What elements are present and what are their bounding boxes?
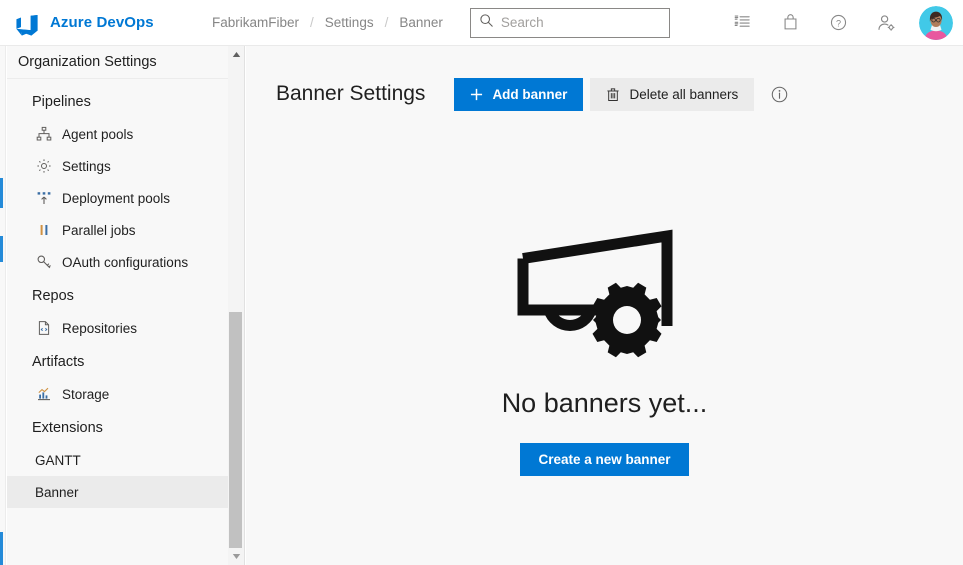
- sidebar-item-repositories[interactable]: Repositories: [7, 312, 244, 344]
- empty-state: No banners yet... Create a new banner: [246, 216, 963, 476]
- search-icon: [479, 13, 494, 33]
- azure-devops-logo-icon: [14, 10, 40, 36]
- brand-home-link[interactable]: Azure DevOps: [0, 0, 212, 46]
- scroll-up-arrow[interactable]: [228, 46, 244, 63]
- sidebar-item-label: Banner: [35, 484, 79, 500]
- banner-megaphone-gear-illustration: [515, 216, 695, 366]
- tasks-icon[interactable]: [725, 6, 759, 40]
- brand-title: Azure DevOps: [50, 14, 154, 31]
- settings-sidebar: Organization Settings Pipelines Agent po…: [7, 46, 245, 565]
- top-navigation-bar: Azure DevOps FabrikamFiber / Settings / …: [0, 0, 963, 46]
- sidebar-group-extensions: Extensions: [32, 420, 103, 436]
- sidebar-item-agent-pools[interactable]: Agent pools: [7, 118, 244, 150]
- breadcrumb-item-organization[interactable]: FabrikamFiber: [212, 15, 299, 30]
- sidebar-header-organization-settings: Organization Settings: [7, 46, 244, 79]
- user-settings-icon[interactable]: [869, 6, 903, 40]
- add-banner-button[interactable]: Add banner: [454, 77, 584, 111]
- sidebar-group-repos: Repos: [32, 288, 74, 304]
- info-circle-icon[interactable]: [770, 85, 789, 104]
- sidebar-item-label: Agent pools: [62, 126, 134, 142]
- search-container: [469, 7, 670, 38]
- content-header: Banner Settings Add banner Delete all ba…: [246, 46, 963, 118]
- main-content: Banner Settings Add banner Delete all ba…: [246, 46, 963, 565]
- plus-icon: [470, 88, 483, 101]
- parallel-bars-icon: [35, 221, 53, 239]
- breadcrumb-item-banner[interactable]: Banner: [399, 15, 443, 30]
- sidebar-item-label: GANTT: [35, 452, 81, 468]
- sitemap-icon: [35, 125, 53, 143]
- trash-icon: [606, 87, 620, 102]
- empty-state-title: No banners yet...: [501, 388, 708, 418]
- sidebar-item-gantt[interactable]: GANTT: [7, 444, 244, 476]
- breadcrumb-separator: /: [384, 15, 389, 30]
- sidebar-item-storage[interactable]: Storage: [7, 378, 244, 410]
- gear-icon: [35, 157, 53, 175]
- sidebar-scrollbar-thumb[interactable]: [229, 312, 242, 548]
- top-bar-icon-group: ?: [711, 0, 963, 46]
- breadcrumb: FabrikamFiber / Settings / Banner: [212, 0, 443, 46]
- sidebar-scrollbar[interactable]: [228, 46, 244, 565]
- collapsed-project-nav-strip[interactable]: [0, 46, 6, 565]
- sidebar-item-label: Repositories: [62, 320, 138, 336]
- breadcrumb-separator: /: [310, 15, 314, 30]
- svg-text:?: ?: [835, 18, 840, 28]
- delete-all-banners-label: Delete all banners: [629, 86, 739, 102]
- sidebar-item-banner[interactable]: Banner: [7, 476, 244, 508]
- sidebar-item-label: OAuth configurations: [62, 254, 189, 270]
- repository-file-icon: [35, 319, 53, 337]
- sidebar-group-pipelines: Pipelines: [32, 94, 91, 110]
- sidebar-group-artifacts: Artifacts: [32, 354, 85, 370]
- breadcrumb-item-settings[interactable]: Settings: [325, 15, 374, 30]
- sidebar-item-parallel-jobs[interactable]: Parallel jobs: [7, 214, 244, 246]
- search-box[interactable]: [469, 7, 670, 38]
- user-avatar[interactable]: [919, 5, 953, 40]
- sidebar-item-label: Deployment pools: [62, 190, 171, 206]
- deployment-pool-icon: [35, 189, 53, 207]
- delete-all-banners-button[interactable]: Delete all banners: [590, 77, 755, 111]
- toolbar: Add banner Delete all banners: [454, 77, 789, 111]
- sidebar-item-oauth-configurations[interactable]: OAuth configurations: [7, 246, 244, 278]
- sidebar-item-settings[interactable]: Settings: [7, 150, 244, 182]
- storage-chart-icon: [35, 385, 53, 403]
- sidebar-item-label: Settings: [62, 158, 111, 174]
- sidebar-item-label: Parallel jobs: [62, 222, 136, 238]
- edge-accent-mark: [0, 532, 3, 565]
- edge-accent-mark: [0, 236, 3, 262]
- edge-accent-mark: [0, 178, 3, 208]
- add-banner-label: Add banner: [492, 86, 568, 102]
- key-icon: [35, 253, 53, 271]
- scroll-down-arrow[interactable]: [228, 548, 244, 565]
- create-new-banner-button[interactable]: Create a new banner: [520, 443, 689, 476]
- marketplace-bag-icon[interactable]: [773, 6, 807, 40]
- sidebar-item-label: Storage: [62, 386, 110, 402]
- sidebar-item-deployment-pools[interactable]: Deployment pools: [7, 182, 244, 214]
- help-question-icon[interactable]: ?: [821, 6, 855, 40]
- search-input[interactable]: [500, 15, 661, 30]
- sidebar-nav-list: Pipelines Agent pools Settings Deploymen…: [7, 79, 244, 508]
- page-title: Banner Settings: [276, 82, 426, 105]
